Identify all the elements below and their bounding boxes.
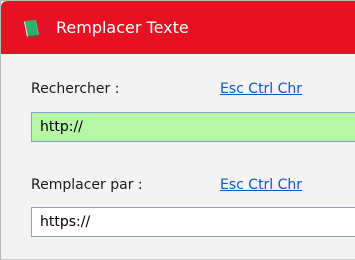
- search-input[interactable]: [31, 112, 355, 142]
- replace-label: Remplacer par :: [31, 177, 143, 193]
- title-bar[interactable]: Remplacer Texte: [1, 1, 355, 54]
- replace-input[interactable]: [31, 207, 355, 237]
- dialog-body: Rechercher : Esc Ctrl Chr Remplacer par …: [1, 54, 355, 260]
- search-special-chars-link[interactable]: Esc Ctrl Chr: [220, 80, 302, 98]
- green-book-icon: [24, 20, 39, 37]
- window-title: Remplacer Texte: [56, 18, 189, 37]
- replace-special-chars-link[interactable]: Esc Ctrl Chr: [220, 176, 302, 194]
- search-label: Rechercher :: [31, 81, 120, 97]
- replace-text-dialog: Remplacer Texte Rechercher : Esc Ctrl Ch…: [0, 0, 355, 260]
